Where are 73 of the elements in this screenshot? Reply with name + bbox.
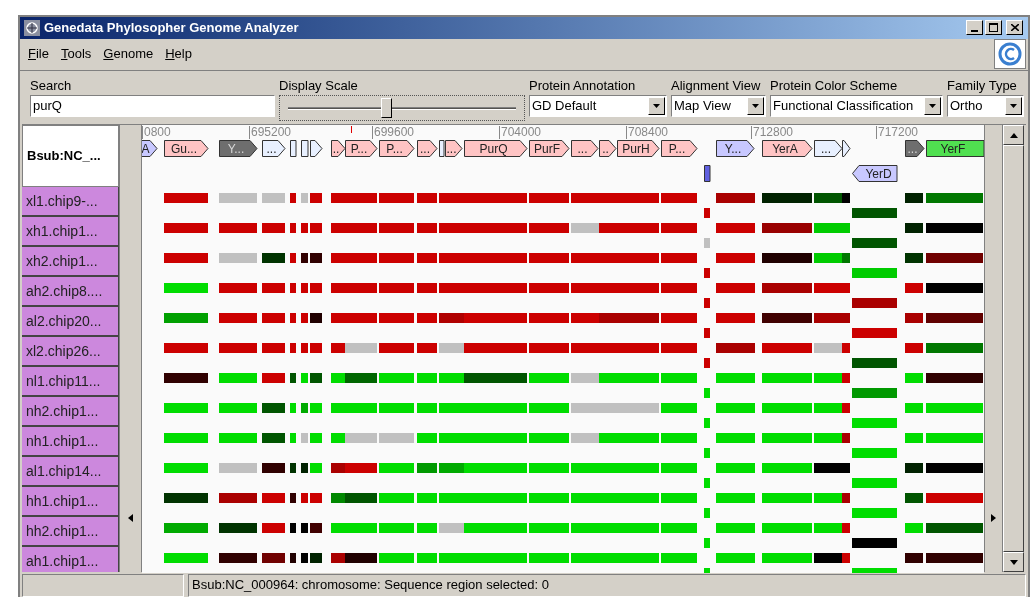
dropdown-arrow-icon (653, 103, 660, 108)
dropdown-label: Family Type (947, 76, 1018, 95)
vertical-scrollbar[interactable] (1002, 125, 1024, 573)
gene-arrow[interactable]: YerA (762, 140, 813, 158)
track-label[interactable]: nh2.chip1... (22, 397, 119, 428)
dropdown-arrow-icon (929, 103, 936, 108)
gene-arrow[interactable]: P... (379, 140, 415, 158)
scroll-down-icon[interactable] (1009, 559, 1018, 565)
menu-item[interactable]: Help (164, 44, 193, 64)
track-label[interactable]: hh2.chip1... (22, 517, 119, 548)
gene-arrow[interactable]: YerF (926, 140, 984, 158)
scroll-up-icon[interactable] (1009, 132, 1018, 138)
menu-item[interactable]: Genome (102, 44, 155, 64)
ruler-label: 695200 (249, 126, 292, 140)
dropdown[interactable]: GD Default (529, 94, 667, 117)
minimize-button[interactable] (966, 20, 983, 36)
track-label[interactable]: al1.chip14... (22, 457, 119, 488)
gene-arrow[interactable]: A (142, 140, 158, 158)
genome-header: Bsub:NC_... (22, 125, 119, 188)
gene-arrow[interactable]: ... (571, 140, 599, 158)
gene-arrow[interactable]: ... (262, 140, 286, 158)
close-icon (1010, 24, 1019, 32)
dropdown[interactable]: Functional Classification (770, 94, 943, 117)
gene-arrow[interactable]: .. (599, 140, 617, 158)
ruler-label: 699600 (372, 126, 415, 140)
ruler-label: 704000 (499, 126, 542, 140)
track-label[interactable]: xh2.chip1... (22, 247, 119, 278)
close-button[interactable] (1006, 20, 1023, 36)
ruler-label: 708400 (626, 126, 669, 140)
track-label[interactable]: xh1.chip1... (22, 217, 119, 248)
display-scale-label: Display Scale (279, 76, 359, 95)
dropdown[interactable]: Ortho (947, 94, 1024, 117)
gene-arrow[interactable]: PurF (529, 140, 570, 158)
status-text: Bsub:NC_000964: chromosome: Sequence region selected: 0 (188, 574, 1026, 597)
slider-thumb[interactable] (381, 97, 393, 118)
right-arrow-icon[interactable] (991, 514, 996, 523)
maximize-button[interactable] (985, 20, 1002, 36)
gene-arrow[interactable]: ... (905, 140, 925, 158)
dropdown-arrow-icon (1010, 103, 1017, 108)
gene-arrow[interactable]: Y... (219, 140, 258, 158)
display-scale-slider[interactable] (279, 94, 525, 121)
menu-item[interactable]: Tools (59, 44, 93, 64)
dropdown[interactable]: Map View (671, 94, 766, 117)
track-label[interactable]: ah2.chip8.... (22, 277, 119, 308)
minimize-icon (971, 30, 978, 33)
track-label[interactable]: nl1.chip11... (22, 367, 119, 398)
left-arrow-icon[interactable] (128, 514, 133, 523)
maximize-icon (989, 23, 998, 33)
window-title: Genedata Phylosopher Genome Analyzer (44, 19, 300, 38)
gene-arrow[interactable]: ... (445, 140, 463, 158)
track-label[interactable]: xl1.chip9-... (22, 187, 119, 218)
app-icon (24, 19, 40, 36)
track-label[interactable]: xl2.chip26... (22, 337, 119, 368)
gene-arrow[interactable]: ... (417, 140, 438, 158)
gene-arrow[interactable]: Y... (716, 140, 755, 158)
track-label[interactable]: nh1.chip1... (22, 427, 119, 458)
gene-arrow[interactable]: P... (661, 140, 698, 158)
track-label[interactable]: ah1.chip1... (22, 547, 119, 573)
gene-arrow[interactable]: YerD (852, 165, 898, 183)
dropdown-label: Alignment View (671, 76, 762, 95)
search-field[interactable]: purQ (30, 94, 275, 117)
ruler-label: 717200 (876, 126, 919, 140)
gene-arrow[interactable]: Gu... (164, 140, 209, 158)
ruler-label: 0800 (142, 126, 171, 140)
gene-arrow[interactable]: .. (331, 140, 346, 158)
search-label: Search (30, 76, 73, 95)
track-label[interactable]: al2.chip20... (22, 307, 119, 338)
dropdown-arrow-icon (752, 103, 759, 108)
ruler-label: 712800 (751, 126, 794, 140)
dropdown-label: Protein Color Scheme (770, 76, 899, 95)
dropdown-label: Protein Annotation (529, 76, 637, 95)
menu-item[interactable]: File (27, 44, 50, 64)
track-label[interactable]: hh1.chip1... (22, 487, 119, 518)
